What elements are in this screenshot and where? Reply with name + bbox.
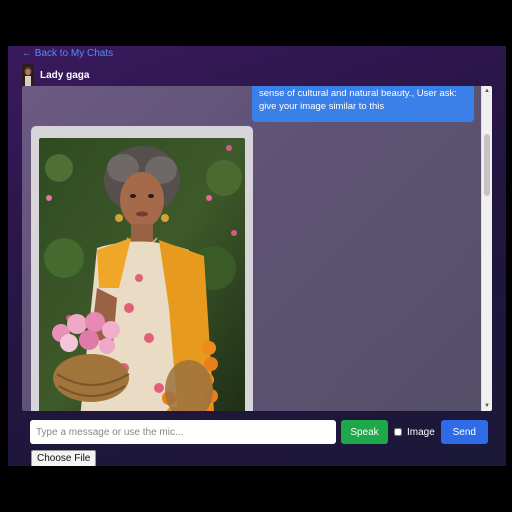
bot-message-bubble (31, 126, 253, 411)
avatar (22, 64, 34, 86)
chat-title: Lady gaga (40, 69, 90, 81)
chat-header: Lady gaga (22, 64, 89, 86)
image-checkbox-label: Image (407, 426, 435, 438)
scrollbar-thumb[interactable] (484, 134, 490, 196)
message-input[interactable] (30, 420, 336, 444)
user-message-bubble: sense of cultural and natural beauty., U… (252, 86, 474, 122)
scroll-down-arrow-icon[interactable]: ▼ (482, 401, 492, 411)
message-list-scrollbar[interactable]: ▲ ▼ (481, 86, 492, 411)
avatar-portrait-icon (22, 64, 34, 86)
speak-button[interactable]: Speak (341, 420, 388, 444)
back-to-chats-link[interactable]: ← Back to My Chats (22, 48, 113, 59)
message-list[interactable]: sense of cultural and natural beauty., U… (22, 86, 492, 411)
send-button[interactable]: Send (440, 420, 488, 444)
generated-portrait-image-icon (39, 138, 245, 411)
generated-image[interactable] (39, 138, 245, 411)
image-checkbox[interactable] (394, 428, 402, 436)
composer: Speak Image Send (30, 420, 488, 444)
chat-window: ← Back to My Chats Lady gaga sense of cu… (8, 46, 506, 466)
scroll-up-arrow-icon[interactable]: ▲ (482, 86, 492, 96)
choose-file-button[interactable]: Choose File (31, 450, 97, 466)
image-toggle: Image (394, 427, 435, 438)
